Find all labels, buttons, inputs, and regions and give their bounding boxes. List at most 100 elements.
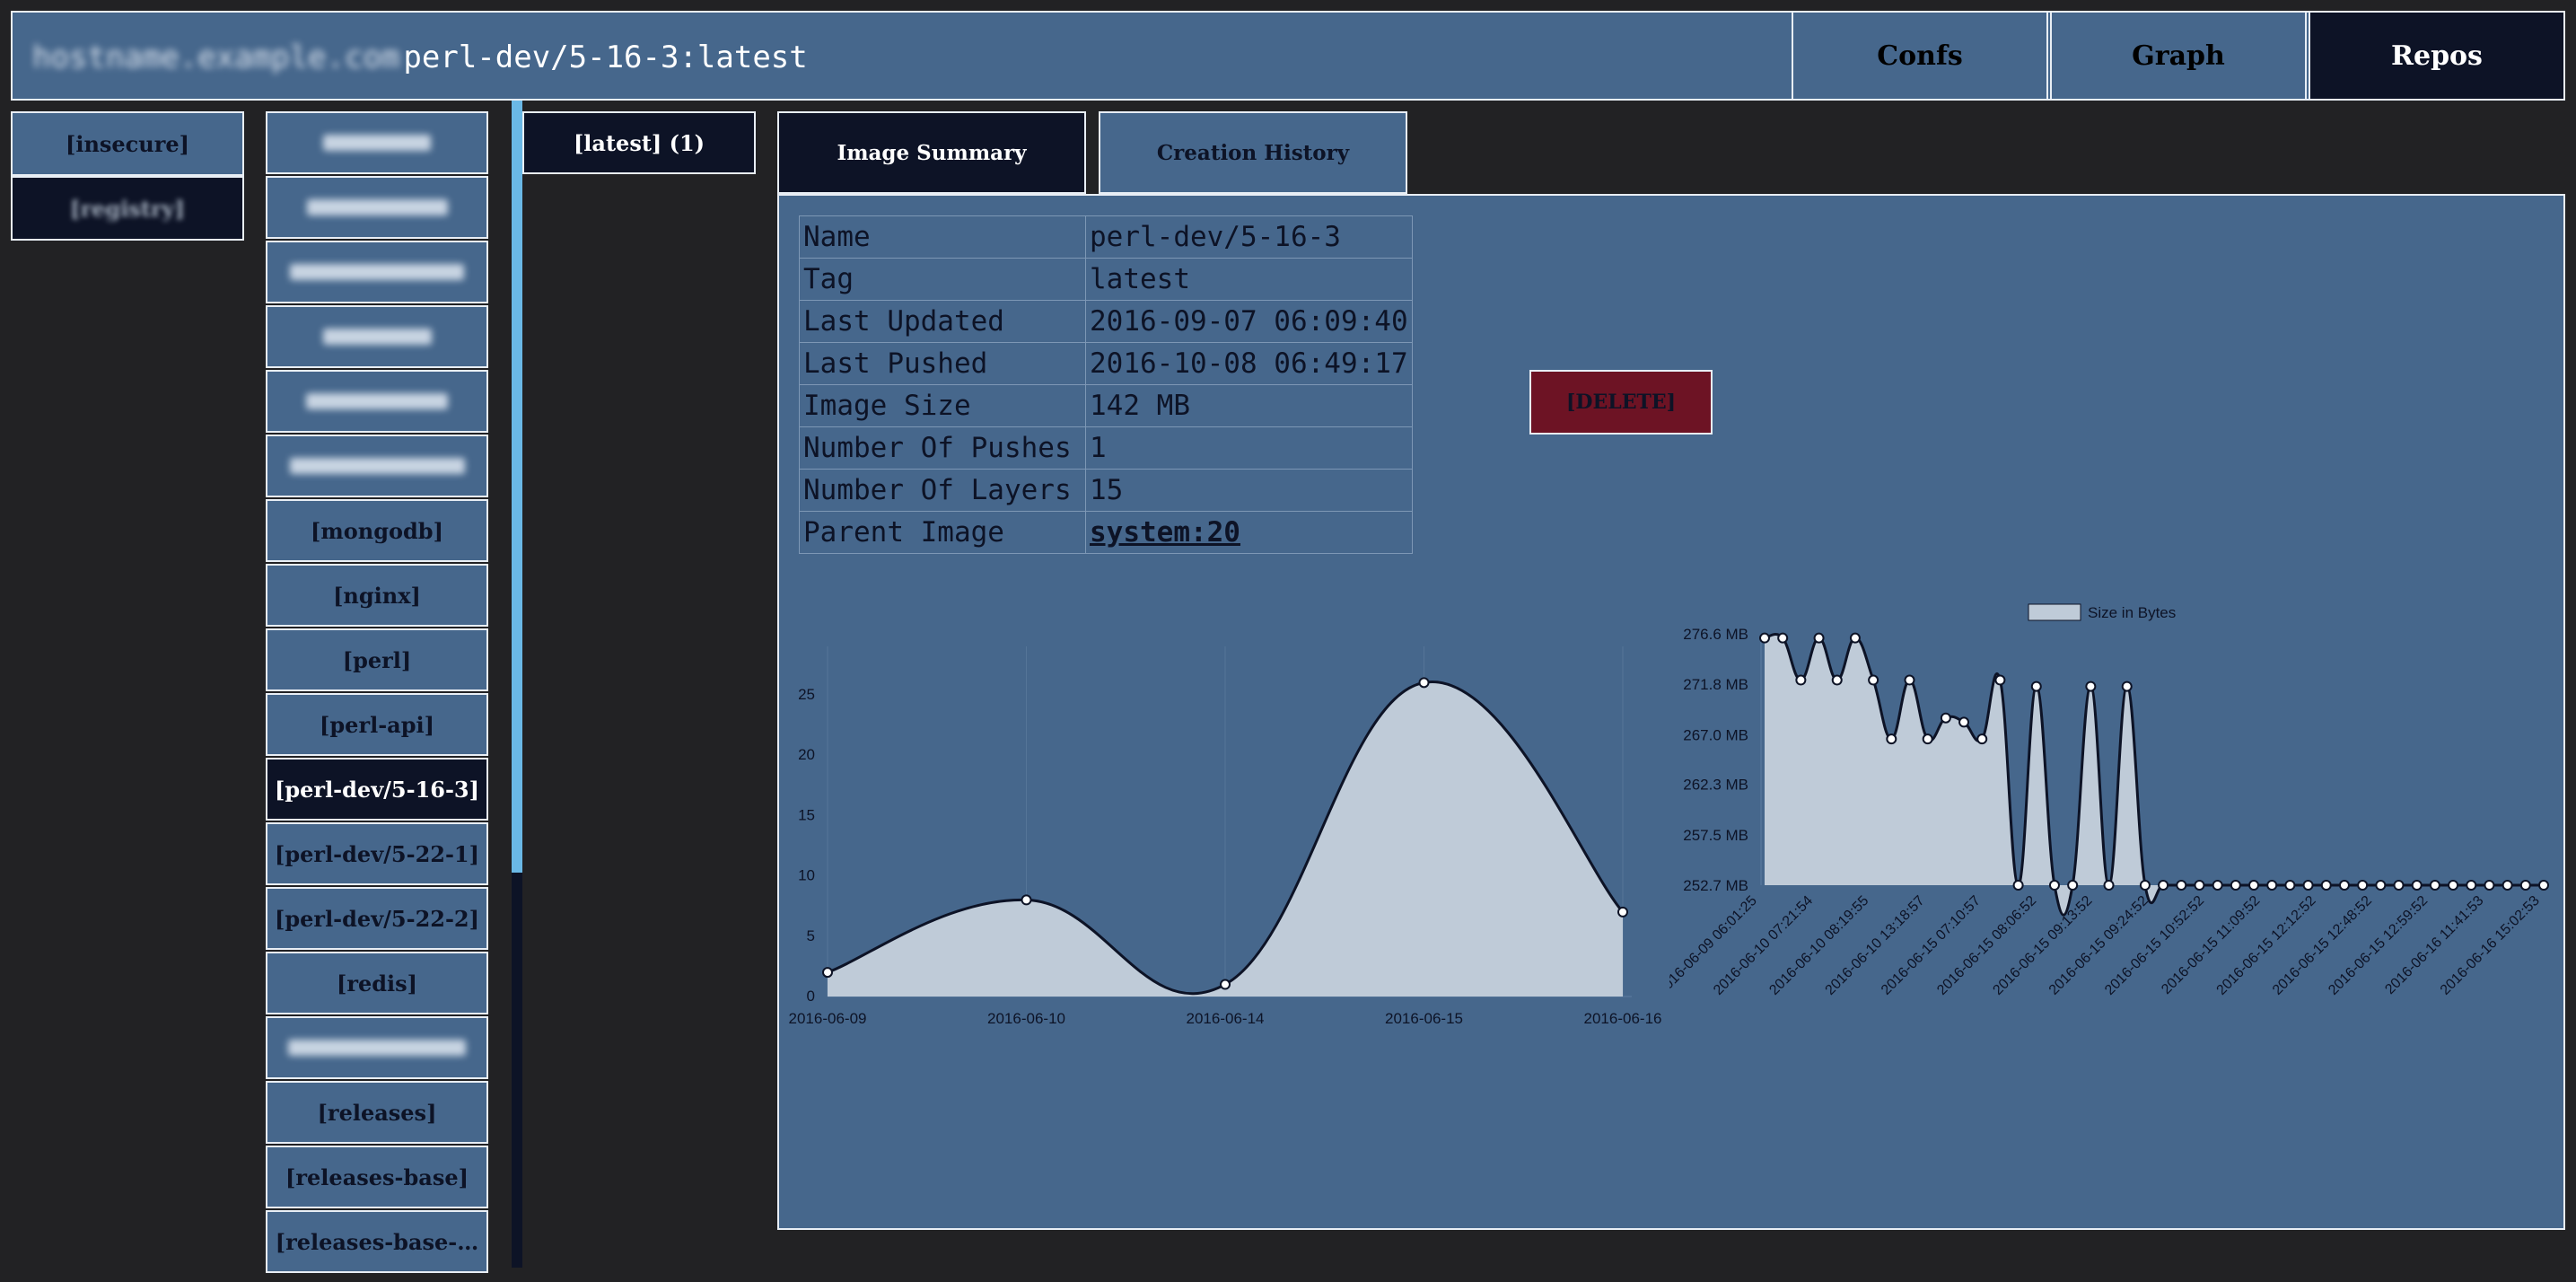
summary-row: Number Of Layers 15: [799, 469, 1413, 512]
image-summary-table: Name perl-dev/5-16-3 Tag latest Last Updated…: [799, 215, 1413, 554]
repo-item[interactable]: [perl-dev/5-22-2]: [266, 887, 488, 950]
data-point: [1922, 733, 1933, 745]
summary-key: Number Of Layers: [799, 469, 1086, 512]
data-point: [1617, 906, 1628, 918]
summary-key: Last Pushed: [799, 342, 1086, 385]
x-tick-label: 2016-06-15 10:52:52: [2102, 893, 2207, 998]
repo-item[interactable]: [releases-base]: [266, 1146, 488, 1208]
repo-item-label: [releases-base-…: [275, 1228, 479, 1255]
data-point: [2302, 880, 2314, 891]
data-point: [2176, 880, 2187, 891]
summary-value[interactable]: system:20: [1085, 511, 1413, 554]
y-tick-label: 262.3 MB: [1683, 777, 1748, 794]
data-point: [2103, 880, 2115, 891]
x-tick-label: 2016-06-15 08:06:52: [1934, 893, 2039, 998]
nav-confs-button[interactable]: Confs: [1792, 11, 2048, 101]
data-point: [2484, 880, 2495, 891]
repo-item[interactable]: [266, 370, 488, 433]
parent-image-link[interactable]: system:20: [1090, 516, 1240, 549]
x-tick-label: 2016-06-15: [1385, 1010, 1463, 1027]
data-point: [1994, 674, 2006, 686]
registry-selected[interactable]: [registry]: [11, 176, 244, 241]
data-point: [2085, 681, 2097, 692]
y-tick-label: 15: [798, 806, 815, 823]
repo-item[interactable]: [redis]: [266, 952, 488, 1014]
repo-item[interactable]: [perl]: [266, 628, 488, 691]
x-tick-label: 2016-06-15 09:13:52: [1990, 893, 2095, 998]
redacted-repo-label: [306, 199, 448, 215]
repo-item[interactable]: [releases]: [266, 1081, 488, 1144]
summary-value: 1: [1085, 426, 1413, 470]
data-point: [1021, 894, 1032, 906]
redacted-repo-label: [322, 329, 432, 345]
redacted-repo-label: [290, 264, 464, 280]
repo-item[interactable]: [perl-api]: [266, 693, 488, 756]
data-point: [2012, 880, 2024, 891]
x-tick-label: 2016-06-15 12:12:52: [2214, 893, 2319, 998]
data-point: [2048, 880, 2060, 891]
y-tick-label: 5: [807, 927, 815, 944]
data-point: [2538, 880, 2549, 891]
delete-button[interactable]: [DELETE]: [1529, 370, 1713, 435]
x-tick-label: 2016-06-10 08:19:55: [1766, 893, 1871, 998]
x-tick-label: 2016-06-10 13:18:57: [1823, 893, 1928, 998]
data-point: [2338, 880, 2350, 891]
host-text: hostname.example.com: [32, 40, 400, 75]
data-point: [2519, 880, 2531, 891]
x-tick-label: 2016-06-09: [789, 1010, 867, 1027]
redacted-repo-label: [289, 458, 465, 474]
data-point: [2448, 880, 2459, 891]
repo-item[interactable]: [266, 241, 488, 303]
summary-key: Tag: [799, 258, 1086, 301]
redacted-repo-label: [288, 1040, 466, 1056]
nav-graph-button[interactable]: Graph: [2050, 11, 2307, 101]
data-point: [2320, 880, 2332, 891]
repo-item[interactable]: [266, 435, 488, 497]
repo-item-label: [perl-api]: [320, 711, 434, 738]
repo-item[interactable]: [releases-base-…: [266, 1210, 488, 1273]
registry-insecure[interactable]: [insecure]: [11, 111, 244, 176]
tab-creation-history[interactable]: Creation History: [1099, 111, 1407, 194]
data-point: [2393, 880, 2405, 891]
x-tick-label: 2016-06-15 12:48:52: [2270, 893, 2375, 998]
repo-item-label: [releases]: [317, 1099, 437, 1126]
tab-image-summary[interactable]: Image Summary: [777, 111, 1086, 194]
repo-item[interactable]: [266, 305, 488, 368]
data-point: [2248, 880, 2260, 891]
repo-item[interactable]: [266, 111, 488, 174]
repo-item[interactable]: [mongodb]: [266, 499, 488, 562]
summary-row: Tag latest: [799, 258, 1413, 301]
x-tick-label: 2016-06-16 11:41:53: [2382, 893, 2486, 997]
data-point: [2284, 880, 2296, 891]
data-point: [1904, 674, 1915, 686]
data-point: [1759, 632, 1770, 644]
repo-scrollbar-thumb[interactable]: [512, 101, 522, 873]
repo-item-label: [perl-dev/5-16-3]: [275, 776, 479, 803]
repo-item[interactable]: [perl-dev/5-22-1]: [266, 822, 488, 885]
repo-item[interactable]: [266, 176, 488, 239]
data-point: [1849, 632, 1861, 644]
tag-latest-button[interactable]: [latest] (1): [522, 111, 756, 174]
data-point: [2158, 880, 2169, 891]
legend-swatch: [2028, 603, 2081, 621]
data-point: [1813, 632, 1825, 644]
summary-key: Last Updated: [799, 300, 1086, 343]
repo-item[interactable]: [266, 1016, 488, 1079]
data-point: [1868, 674, 1879, 686]
y-tick-label: 252.7 MB: [1683, 877, 1748, 894]
summary-key: Image Size: [799, 384, 1086, 427]
redacted-repo-label: [306, 393, 448, 409]
repo-item[interactable]: [nginx]: [266, 564, 488, 627]
summary-row: Image Size 142 MB: [799, 384, 1413, 427]
summary-row: Number Of Pushes 1: [799, 426, 1413, 470]
breadcrumb: hostname.example.com perl-dev/5-16-3:lat…: [32, 13, 808, 102]
y-tick-label: 276.6 MB: [1683, 626, 1748, 643]
summary-value: 2016-10-08 06:49:17: [1085, 342, 1413, 385]
summary-value: latest: [1085, 258, 1413, 301]
y-tick-label: 271.8 MB: [1683, 676, 1748, 693]
nav-repos-button[interactable]: Repos: [2309, 11, 2565, 101]
summary-row: Last Updated 2016-09-07 06:09:40: [799, 300, 1413, 343]
repo-item[interactable]: [perl-dev/5-16-3]: [266, 758, 488, 821]
data-point: [2266, 880, 2278, 891]
data-point: [1976, 733, 1988, 745]
